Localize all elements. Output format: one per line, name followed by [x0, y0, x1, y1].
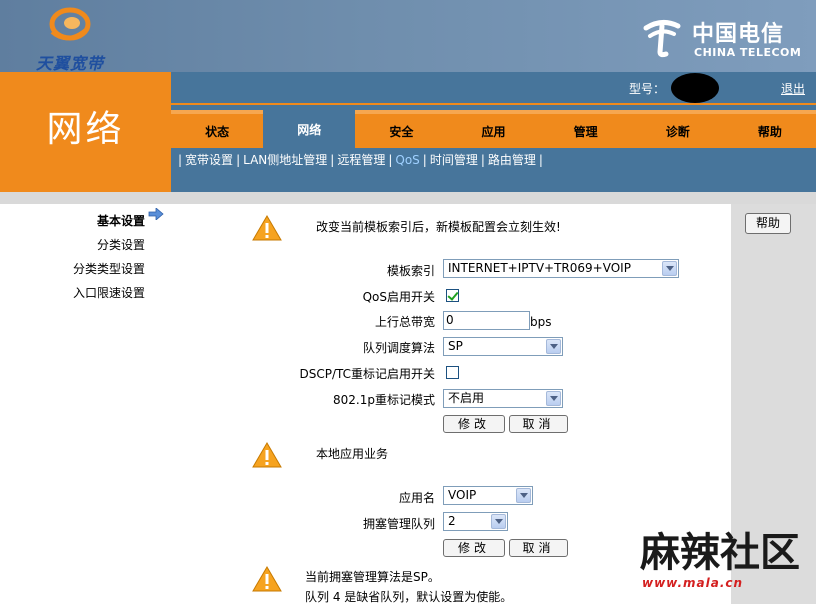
- main-tabs: 状态 网络 安全 应用 管理 诊断 帮助: [171, 106, 816, 148]
- app-name-select[interactable]: VOIP: [443, 486, 533, 505]
- tab-security[interactable]: 安全: [355, 110, 448, 148]
- uplink-bandwidth-label: 上行总带宽: [374, 315, 435, 329]
- tab-help[interactable]: 帮助: [723, 110, 816, 148]
- nav-area: 型号： 退出 状态 网络 安全 应用 管理 诊断 帮助 | 宽带设置 | LAN侧地址…: [171, 72, 816, 192]
- model-bar: 型号： 退出: [171, 72, 816, 104]
- subnav-broadband[interactable]: 宽带设置: [185, 153, 233, 167]
- logout-link[interactable]: 退出: [781, 80, 805, 97]
- orange-strip: [171, 103, 816, 105]
- tianyi-swirl-icon: [49, 7, 91, 41]
- watermark-url: www.mala.cn: [642, 576, 744, 590]
- warning-icon: [252, 215, 282, 241]
- left-menu: 基本设置 分类设置 分类类型设置 入口限速设置: [0, 204, 171, 604]
- arrow-right-icon: [148, 208, 164, 220]
- congestion-queue-label: 拥塞管理队列: [362, 517, 435, 531]
- app-cancel-button[interactable]: 取消: [509, 539, 568, 557]
- left-menu-ingress-rate[interactable]: 入口限速设置: [73, 284, 145, 301]
- modify-button[interactable]: 修改: [443, 415, 505, 433]
- brand-right-cn: 中国电信: [692, 21, 785, 47]
- warning-icon: [252, 442, 282, 468]
- p8021-mode-select[interactable]: 不启用: [443, 389, 563, 408]
- subnav-qos[interactable]: QoS: [395, 153, 419, 167]
- tab-management[interactable]: 管理: [539, 110, 632, 148]
- watermark-text: 麻辣社区: [640, 529, 800, 576]
- notice-default-queue: 队列 4 是缺省队列，默认设置为使能。: [305, 590, 513, 604]
- dscp-remark-label: DSCP/TC重标记启用开关: [299, 367, 435, 381]
- gray-divider: [0, 192, 816, 204]
- scheduler-select[interactable]: SP: [443, 337, 563, 356]
- left-menu-basic[interactable]: 基本设置: [97, 212, 145, 229]
- scheduler-label: 队列调度算法: [362, 341, 435, 355]
- tianyi-logo: 天翼宽带: [30, 6, 120, 73]
- left-menu-classify[interactable]: 分类设置: [97, 236, 145, 253]
- left-menu-classify-type[interactable]: 分类类型设置: [73, 260, 145, 277]
- template-select[interactable]: INTERNET+IPTV+TR069+VOIP: [443, 259, 679, 278]
- chevron-down-icon: [516, 488, 531, 503]
- tab-diagnostics[interactable]: 诊断: [631, 110, 724, 148]
- tab-network[interactable]: 网络: [263, 106, 356, 148]
- chevron-down-icon: [546, 391, 561, 406]
- chevron-down-icon: [546, 339, 561, 354]
- qos-switch-label: QoS启用开关: [362, 290, 435, 304]
- app-modify-button[interactable]: 修改: [443, 539, 505, 557]
- china-telecom-logo: 中国电信 CHINA TELECOM: [640, 10, 810, 64]
- warning-icon: [252, 566, 282, 592]
- brand-left-text: 天翼宽带: [36, 54, 105, 73]
- p8021-remark-label: 802.1p重标记模式: [333, 393, 435, 407]
- help-button[interactable]: 帮助: [745, 213, 791, 234]
- sub-navigation: | 宽带设置 | LAN侧地址管理 | 远程管理 | QoS | 时间管理 | 路由管理 |: [178, 153, 543, 167]
- bandwidth-unit: bps: [530, 315, 552, 329]
- subnav-time[interactable]: 时间管理: [430, 153, 478, 167]
- uplink-bandwidth-input[interactable]: 0: [443, 311, 530, 330]
- notice-current-algorithm: 当前拥塞管理算法是SP。: [305, 570, 440, 584]
- watermark: 麻辣社区 www.mala.cn: [632, 520, 812, 600]
- subnav-routing[interactable]: 路由管理: [488, 153, 536, 167]
- template-label: 模板索引: [386, 264, 435, 278]
- model-value-redacted: [671, 73, 719, 103]
- dscp-remark-checkbox[interactable]: [446, 366, 459, 379]
- chevron-down-icon: [662, 261, 677, 276]
- top-header: 天翼宽带 中国电信 CHINA TELECOM: [0, 0, 816, 73]
- model-label: 型号：: [629, 82, 666, 96]
- section-title-block: 网络: [0, 72, 171, 192]
- tab-application[interactable]: 应用: [447, 110, 540, 148]
- chevron-down-icon: [491, 514, 506, 529]
- qos-enable-checkbox[interactable]: [446, 289, 459, 302]
- cancel-button[interactable]: 取消: [509, 415, 568, 433]
- local-app-service-heading: 本地应用业务: [316, 447, 389, 461]
- brand-right-en: CHINA TELECOM: [694, 46, 802, 59]
- congestion-queue-select[interactable]: 2: [443, 512, 508, 531]
- notice-template-change: 改变当前模板索引后，新模板配置会立刻生效!: [316, 220, 561, 234]
- tab-status[interactable]: 状态: [171, 110, 264, 148]
- section-title: 网络: [46, 109, 125, 150]
- app-name-label: 应用名: [398, 491, 435, 505]
- subnav-lan[interactable]: LAN侧地址管理: [243, 153, 327, 167]
- subnav-remote[interactable]: 远程管理: [337, 153, 385, 167]
- china-telecom-mark-icon: [643, 20, 681, 58]
